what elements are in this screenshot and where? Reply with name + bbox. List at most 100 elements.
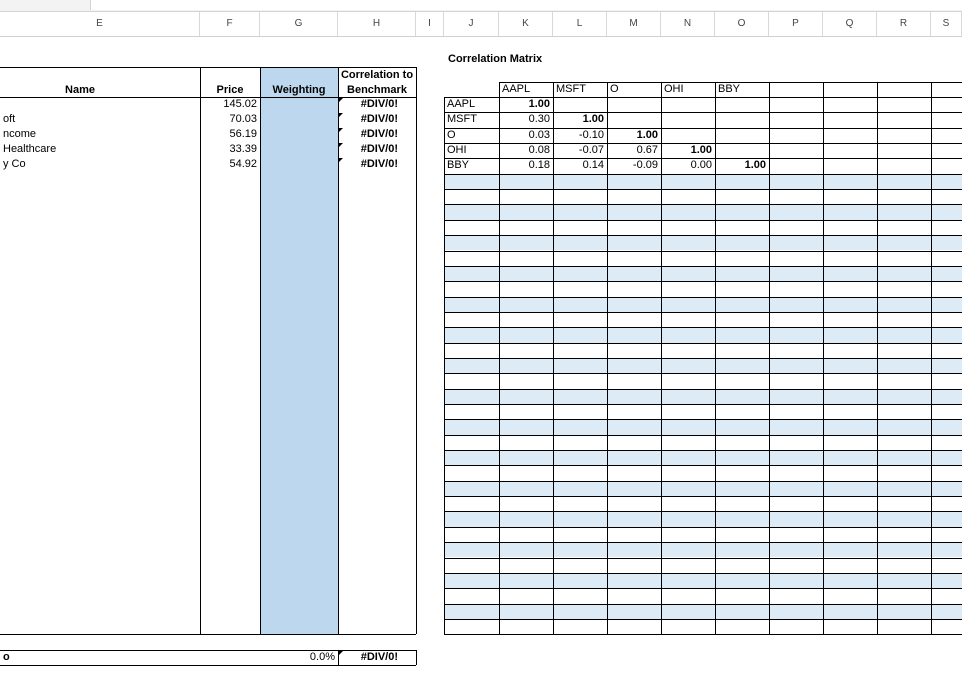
matrix-value: 0.14 [582, 159, 604, 172]
matrix-band [444, 572, 962, 589]
portfolio-name: y Co [3, 158, 26, 170]
column-header-f[interactable]: F [200, 12, 260, 36]
matrix-row-line [444, 450, 962, 452]
column-header-k[interactable]: K [499, 12, 553, 36]
header-correlation-line1: Correlation to [340, 69, 414, 81]
matrix-column-line [444, 97, 445, 635]
matrix-row-line [444, 511, 962, 513]
column-header-h[interactable]: H [338, 12, 416, 36]
matrix-row-line [444, 281, 962, 283]
column-header-e[interactable]: E [0, 12, 200, 36]
table-column-divider [416, 67, 417, 634]
matrix-row-line [444, 265, 962, 267]
matrix-row-line [444, 235, 962, 237]
matrix-value: 1.00 [636, 128, 658, 141]
matrix-value: 1.00 [528, 98, 550, 110]
matrix-row-line [444, 311, 962, 313]
matrix-col-header: OHI [664, 83, 684, 95]
comment-indicator [338, 143, 343, 148]
column-header-o[interactable]: O [715, 12, 769, 36]
table-top-border [0, 67, 416, 68]
matrix-column-line [823, 82, 824, 635]
matrix-row-line [444, 342, 962, 344]
matrix-band [444, 265, 962, 282]
matrix-band [444, 388, 962, 404]
matrix-row-label: MSFT [447, 113, 477, 126]
matrix-row-line [444, 434, 962, 436]
header-correlation-line2: Benchmark [347, 84, 407, 96]
column-header-l[interactable]: L [553, 12, 607, 36]
total-divider [416, 650, 417, 665]
matrix-band [444, 173, 962, 190]
matrix-row-line [444, 557, 962, 559]
formula-input[interactable] [90, 0, 962, 10]
column-header-g[interactable]: G [260, 12, 338, 36]
matrix-band [444, 357, 962, 374]
matrix-value: 0.00 [690, 159, 712, 172]
matrix-col-header: O [610, 83, 619, 95]
portfolio-price: 54.92 [229, 158, 257, 170]
matrix-row-line [444, 572, 962, 574]
matrix-band [444, 511, 962, 527]
matrix-row-line [444, 296, 962, 298]
portfolio-correlation: #DIV/0! [360, 143, 398, 155]
matrix-row-line [444, 388, 962, 390]
matrix-value: 1.00 [582, 113, 604, 126]
comment-indicator [338, 98, 343, 103]
matrix-row-label: OHI [447, 144, 467, 157]
column-header-m[interactable]: M [607, 12, 661, 36]
matrix-band [444, 296, 962, 312]
header-name: Name [65, 84, 95, 96]
matrix-row-label: AAPL [447, 98, 476, 110]
matrix-value: -0.10 [578, 128, 604, 141]
column-header-r[interactable]: R [877, 12, 931, 36]
column-header-j[interactable]: J [444, 12, 499, 36]
portfolio-price: 70.03 [229, 113, 257, 125]
table-column-divider [260, 67, 261, 634]
matrix-col-header: AAPL [502, 83, 531, 95]
table-bottom-border [0, 634, 416, 635]
matrix-row-line [444, 618, 962, 620]
matrix-band [444, 450, 962, 466]
matrix-row-line [444, 496, 962, 498]
portfolio-price: 56.19 [229, 128, 257, 140]
portfolio-correlation: #DIV/0! [360, 113, 398, 125]
portfolio-correlation: #DIV/0! [360, 158, 398, 170]
matrix-column-line [877, 82, 878, 635]
column-header-p[interactable]: P [769, 12, 823, 36]
column-header-i[interactable]: I [416, 12, 444, 36]
column-header-n[interactable]: N [661, 12, 715, 36]
matrix-band [444, 542, 962, 558]
comment-indicator [338, 651, 343, 656]
total-bottom-border [0, 665, 416, 666]
total-correlation: #DIV/0! [360, 651, 398, 663]
comment-indicator [338, 158, 343, 163]
matrix-value: 1.00 [744, 159, 766, 172]
comment-indicator [338, 113, 343, 118]
matrix-row-line [444, 357, 962, 359]
matrix-row-line [444, 588, 962, 590]
matrix-value: -0.09 [632, 159, 658, 172]
matrix-column-line [931, 82, 932, 635]
matrix-value: 0.30 [528, 113, 550, 126]
weighting-column-fill[interactable] [260, 67, 338, 634]
matrix-row-label: O [447, 128, 456, 141]
matrix-row-line [444, 542, 962, 544]
portfolio-correlation: #DIV/0! [360, 98, 398, 110]
matrix-band [444, 204, 962, 220]
portfolio-price: 145.02 [223, 98, 257, 110]
matrix-title: Correlation Matrix [448, 53, 543, 65]
matrix-row-line [444, 480, 962, 482]
matrix-band [444, 327, 962, 343]
matrix-col-header: BBY [718, 83, 741, 95]
matrix-row-line [444, 327, 962, 329]
header-price: Price [216, 84, 244, 96]
column-header-s[interactable]: S [931, 12, 962, 36]
matrix-band [444, 603, 962, 619]
matrix-band [444, 419, 962, 435]
matrix-value: -0.07 [578, 144, 604, 157]
matrix-row-line [444, 465, 962, 467]
column-header-row: EFGHIJKLMNOPQRS [0, 12, 962, 37]
matrix-value: 0.08 [528, 144, 550, 157]
column-header-q[interactable]: Q [823, 12, 877, 36]
